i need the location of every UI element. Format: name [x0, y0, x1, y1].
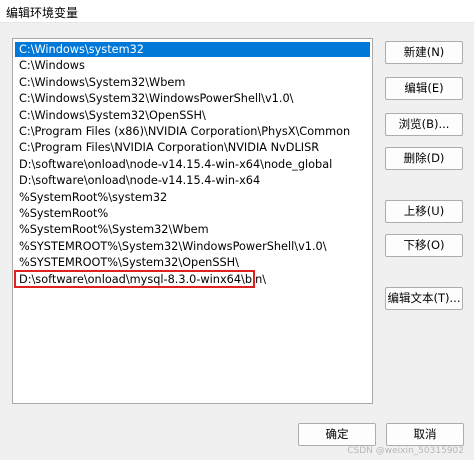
path-list-item[interactable]: %SystemRoot%\system32: [15, 190, 370, 205]
ok-button[interactable]: 确定: [298, 423, 376, 446]
path-list-item[interactable]: C:\Windows\System32\OpenSSH\: [15, 108, 370, 123]
watermark: CSDN @weixin_50315902: [347, 446, 464, 456]
path-list-item[interactable]: %SYSTEMROOT%\System32\OpenSSH\: [15, 255, 370, 270]
move-up-button[interactable]: 上移(U): [385, 200, 463, 223]
path-list-item[interactable]: %SYSTEMROOT%\System32\WindowsPowerShell\…: [15, 239, 370, 254]
path-list-item[interactable]: D:\software\onload\node-v14.15.4-win-x64…: [15, 157, 370, 172]
path-list-item[interactable]: %SystemRoot%: [15, 206, 370, 221]
path-list-item[interactable]: C:\Windows\system32: [15, 42, 370, 57]
path-list-item[interactable]: C:\Windows: [15, 58, 370, 73]
delete-button[interactable]: 删除(D): [385, 147, 463, 170]
path-list-item[interactable]: C:\Windows\System32\WindowsPowerShell\v1…: [15, 91, 370, 106]
path-list-item[interactable]: C:\Windows\System32\Wbem: [15, 75, 370, 90]
new-button[interactable]: 新建(N): [385, 41, 463, 64]
edit-text-button[interactable]: 编辑文本(T)...: [385, 287, 463, 310]
path-list-item[interactable]: D:\software\onload\node-v14.15.4-win-x64: [15, 173, 370, 188]
highlight-box: [14, 269, 255, 288]
edit-button[interactable]: 编辑(E): [385, 77, 463, 100]
path-list-item[interactable]: %SystemRoot%\System32\Wbem: [15, 222, 370, 237]
window-title: 编辑环境变量: [6, 6, 79, 20]
path-list-item[interactable]: C:\Program Files\NVIDIA Corporation\NVID…: [15, 140, 370, 155]
path-list[interactable]: C:\Windows\system32 C:\Windows C:\Windows\…: [12, 38, 373, 404]
move-down-button[interactable]: 下移(O): [385, 234, 463, 257]
path-list-item[interactable]: D:\software\onload\mysql-8.3.0-winx64\bi…: [14, 269, 370, 288]
title-bar: 编辑环境变量: [0, 0, 474, 23]
cancel-button[interactable]: 取消: [386, 423, 464, 446]
path-list-item[interactable]: C:\Program Files (x86)\NVIDIA Corporatio…: [15, 124, 370, 139]
browse-button[interactable]: 浏览(B)...: [385, 113, 463, 136]
